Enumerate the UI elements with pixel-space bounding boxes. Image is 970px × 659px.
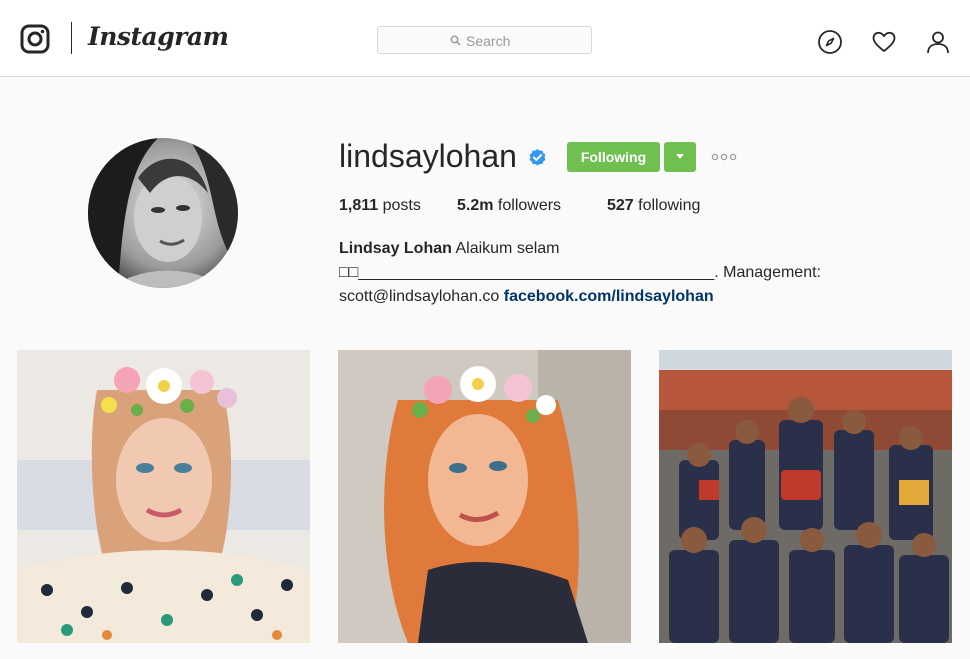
followers-count: 5.2m <box>457 197 494 214</box>
posts-count: 1,811 <box>339 197 379 214</box>
search-icon <box>450 35 461 46</box>
profile-username: lindsaylohan <box>339 138 517 174</box>
verified-badge-icon <box>529 148 546 166</box>
bio-line-2: □□______________________________________… <box>339 264 821 281</box>
caret-down-icon <box>676 154 684 159</box>
profile-full-name: Lindsay Lohan <box>339 240 452 257</box>
post-photo-1 <box>17 350 310 643</box>
bio-text: Alaikum selam <box>451 240 560 257</box>
instagram-wordmark[interactable]: Instagram <box>88 22 229 51</box>
person-icon[interactable] <box>925 29 951 55</box>
profile-avatar[interactable] <box>88 138 238 288</box>
follow-dropdown-button[interactable] <box>664 142 696 172</box>
following-count: 527 <box>607 197 634 214</box>
post-photo-2 <box>338 350 631 643</box>
following-label: following <box>633 197 701 214</box>
heart-icon[interactable] <box>871 29 897 55</box>
post-thumbnail-2[interactable] <box>338 350 631 643</box>
logo-divider <box>71 22 72 54</box>
posts-label: posts <box>378 197 421 214</box>
search-input[interactable] <box>466 31 586 51</box>
bio-line-3: scott@lindsaylohan.co facebook.com/linds… <box>339 285 899 309</box>
search-box[interactable] <box>377 26 592 54</box>
post-thumbnail-3[interactable] <box>659 350 952 643</box>
top-navigation-bar: Instagram <box>0 0 970 77</box>
following-button[interactable]: Following <box>567 142 660 172</box>
instagram-camera-icon[interactable] <box>20 24 50 54</box>
compass-icon[interactable] <box>817 29 843 55</box>
followers-label: followers <box>493 197 562 214</box>
post-photo-3 <box>659 350 952 643</box>
posts-stat: 1,811 posts <box>339 197 421 215</box>
profile-bio: Lindsay Lohan Alaikum selam □□__________… <box>339 237 899 309</box>
bio-website-link[interactable]: facebook.com/lindsaylohan <box>504 288 714 305</box>
bio-line-1: Lindsay Lohan Alaikum selam <box>339 237 899 261</box>
bio-email: scott@lindsaylohan.co <box>339 288 500 305</box>
avatar-photo <box>88 138 238 288</box>
ellipsis-icon[interactable] <box>711 150 737 164</box>
post-thumbnail-1[interactable] <box>17 350 310 643</box>
followers-stat[interactable]: 5.2m followers <box>457 197 561 215</box>
following-stat[interactable]: 527 following <box>607 197 700 215</box>
